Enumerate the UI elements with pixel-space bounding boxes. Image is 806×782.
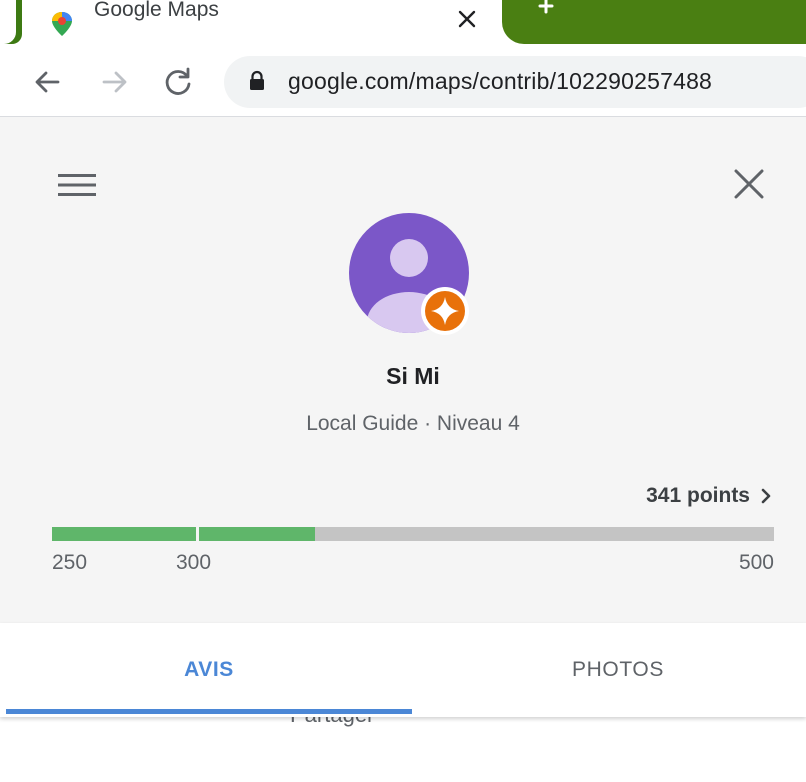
- progress-tick: [196, 527, 200, 541]
- url-text[interactable]: google.com/maps/contrib/102290257488: [288, 68, 712, 95]
- lock-icon[interactable]: [248, 70, 266, 92]
- browser-tab-title: Google Maps: [94, 0, 219, 21]
- back-arrow-icon[interactable]: [28, 62, 68, 102]
- google-maps-favicon-icon: [52, 12, 72, 36]
- points-label: 341 points: [646, 484, 750, 507]
- local-guide-badge-icon: [421, 287, 469, 335]
- progress-label-max: 500: [738, 551, 774, 574]
- local-guide-level: Local Guide · Niveau 4: [306, 412, 520, 435]
- forward-arrow-icon[interactable]: [94, 62, 134, 102]
- active-tab-indicator: [6, 709, 412, 714]
- profile-name: Si Mi: [386, 363, 440, 389]
- tab-photos[interactable]: PHOTOS: [412, 623, 806, 717]
- close-tab-icon[interactable]: [454, 6, 480, 32]
- progress-label-mid: 300: [176, 551, 212, 574]
- points-progress-bar: [52, 527, 774, 541]
- chevron-right-icon: [761, 488, 771, 504]
- browser-toolbar: google.com/maps/contrib/102290257488: [0, 48, 806, 117]
- profile-panel: Si Mi Local Guide · Niveau 4 341 points …: [0, 117, 806, 623]
- close-icon[interactable]: [732, 167, 766, 201]
- new-tab-area[interactable]: [502, 0, 806, 44]
- browser-tab-strip: Google Maps: [0, 0, 806, 48]
- plus-icon[interactable]: [532, 0, 560, 20]
- previous-tab-edge[interactable]: [0, 0, 22, 44]
- tab-avis[interactable]: AVIS: [6, 623, 412, 717]
- browser-tab-google-maps[interactable]: Google Maps: [22, 0, 500, 48]
- points-link[interactable]: 341 points: [646, 484, 772, 508]
- progress-fill: [52, 527, 315, 541]
- address-bar[interactable]: google.com/maps/contrib/102290257488: [224, 56, 806, 108]
- reload-icon[interactable]: [158, 62, 198, 102]
- progress-label-min: 250: [52, 551, 88, 574]
- hamburger-menu-icon[interactable]: [56, 171, 98, 199]
- content-tabs: AVIS PHOTOS: [0, 623, 806, 717]
